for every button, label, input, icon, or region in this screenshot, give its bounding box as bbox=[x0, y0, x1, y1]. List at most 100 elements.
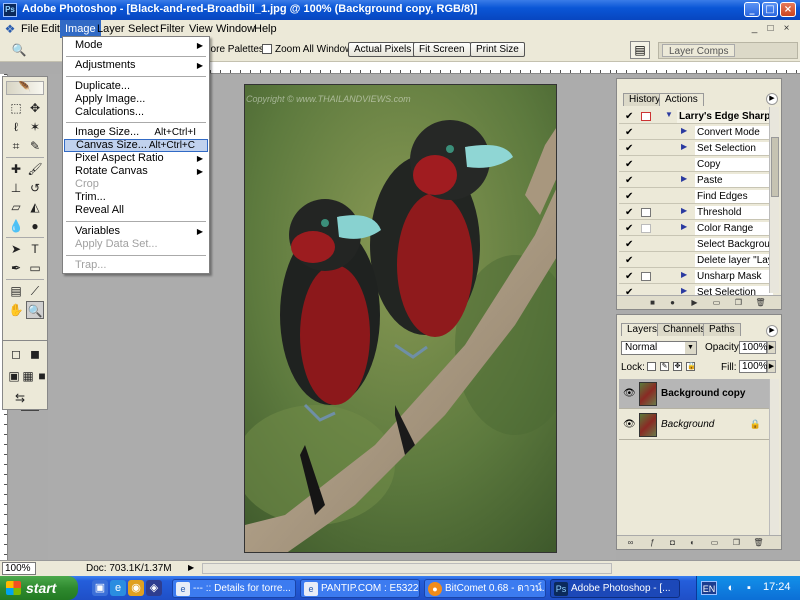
lock-all-icon[interactable]: 🔒 bbox=[686, 362, 696, 371]
action-row[interactable]: ✔ Select Background bbox=[619, 237, 773, 252]
fill-field[interactable]: 100% bbox=[739, 360, 768, 373]
opacity-field[interactable]: 100% bbox=[739, 341, 768, 354]
pen-tool-icon[interactable]: ✒ bbox=[7, 259, 25, 277]
document-close-button[interactable]: × bbox=[780, 23, 793, 35]
type-tool-icon[interactable]: T bbox=[26, 240, 44, 258]
tab-actions[interactable]: Actions bbox=[659, 93, 704, 106]
menu-item-calculations[interactable]: Calculations... bbox=[64, 106, 208, 119]
slice-tool-icon[interactable]: ✎ bbox=[26, 137, 44, 155]
menu-item-reveal-all[interactable]: Reveal All bbox=[64, 204, 208, 217]
brush-tool-icon[interactable]: 🖌 bbox=[26, 160, 44, 178]
notes-tool-icon[interactable]: ▤ bbox=[7, 282, 25, 300]
language-indicator[interactable]: EN bbox=[701, 581, 717, 595]
eyedropper-tool-icon[interactable]: ⟋ bbox=[26, 282, 44, 300]
menu-item-apply-data-set[interactable]: Apply Data Set... bbox=[64, 238, 208, 251]
checkmark-icon[interactable]: ✔ bbox=[625, 111, 633, 122]
maximize-button[interactable]: □ bbox=[762, 2, 778, 17]
action-row[interactable]: ✔ Delete layer "Layer 1" bbox=[619, 253, 773, 268]
panel-menu-arrow-icon[interactable]: ▶ bbox=[766, 325, 778, 337]
expand-triangle-icon[interactable]: ▶ bbox=[681, 286, 687, 295]
opacity-arrow-icon[interactable]: ▶ bbox=[767, 341, 776, 354]
blur-tool-icon[interactable]: 💧 bbox=[7, 217, 25, 235]
new-group-icon[interactable]: ▭ bbox=[709, 538, 720, 547]
scrollbar-thumb[interactable] bbox=[771, 137, 779, 197]
menu-help[interactable]: Help bbox=[249, 20, 282, 38]
menu-item-trim[interactable]: Trim... bbox=[64, 191, 208, 204]
expand-triangle-icon[interactable]: ▶ bbox=[681, 270, 687, 279]
zoom-tool-icon[interactable]: 🔍 bbox=[26, 301, 44, 319]
hand-tool-icon[interactable]: ✋ bbox=[7, 301, 25, 319]
quicklaunch-app-icon[interactable]: ◈ bbox=[146, 580, 162, 596]
standard-mode-icon[interactable]: ◻ bbox=[7, 345, 25, 363]
expand-triangle-icon[interactable]: ▶ bbox=[681, 142, 687, 151]
fill-arrow-icon[interactable]: ▶ bbox=[767, 360, 776, 373]
clone-stamp-tool-icon[interactable]: ⊥ bbox=[7, 179, 25, 197]
magic-wand-tool-icon[interactable]: ✶ bbox=[26, 118, 44, 136]
checkmark-icon[interactable]: ✔ bbox=[625, 223, 633, 234]
action-row[interactable]: ✔ Find Edges bbox=[619, 189, 773, 204]
menu-item-apply-image[interactable]: Apply Image... bbox=[64, 93, 208, 106]
menu-item-variables[interactable]: Variables ▶ bbox=[64, 225, 208, 238]
menu-item-pixel-aspect-ratio[interactable]: Pixel Aspect Ratio ▶ bbox=[64, 152, 208, 165]
checkmark-icon[interactable]: ✔ bbox=[625, 159, 633, 170]
collapse-triangle-icon[interactable]: ▼ bbox=[665, 110, 673, 119]
layers-scrollbar[interactable] bbox=[769, 379, 779, 535]
lock-position-icon[interactable]: ✥ bbox=[673, 362, 682, 371]
media-player-icon[interactable]: ◉ bbox=[128, 580, 144, 596]
menu-item-trap[interactable]: Trap... bbox=[64, 259, 208, 272]
shape-tool-icon[interactable]: ▭ bbox=[26, 259, 44, 277]
menu-item-crop[interactable]: Crop bbox=[64, 178, 208, 191]
checkmark-icon[interactable]: ✔ bbox=[625, 239, 633, 250]
photoshop-feather-icon[interactable]: 🪶 bbox=[6, 81, 44, 95]
path-selection-tool-icon[interactable]: ➤ bbox=[7, 240, 25, 258]
record-icon[interactable]: ● bbox=[667, 298, 678, 307]
expand-triangle-icon[interactable]: ▶ bbox=[681, 222, 687, 231]
action-row[interactable]: ✔ ▶ Paste bbox=[619, 173, 773, 188]
dialog-toggle-icon[interactable] bbox=[641, 208, 651, 217]
history-brush-tool-icon[interactable]: ↺ bbox=[26, 179, 44, 197]
network-icon[interactable]: ▪ bbox=[741, 580, 757, 596]
blend-mode-select[interactable]: Normal ▼ bbox=[621, 341, 697, 355]
horizontal-scrollbar[interactable] bbox=[202, 563, 612, 574]
dialog-toggle-icon[interactable] bbox=[641, 224, 651, 233]
layer-row-background-copy[interactable]: 👁 Background copy bbox=[619, 379, 769, 409]
eraser-tool-icon[interactable]: ▱ bbox=[7, 198, 25, 216]
new-layer-icon[interactable]: ❐ bbox=[731, 538, 742, 547]
checkmark-icon[interactable]: ✔ bbox=[625, 255, 633, 266]
taskbar-item-pantip[interactable]: e PANTIP.COM : E5322... bbox=[300, 579, 420, 598]
photoshop-menu-icon[interactable]: ❖ bbox=[3, 22, 17, 36]
expand-triangle-icon[interactable]: ▶ bbox=[681, 126, 687, 135]
layer-comps-tab[interactable]: Layer Comps bbox=[662, 44, 736, 57]
checkmark-icon[interactable]: ✔ bbox=[625, 143, 633, 154]
horizontal-ruler[interactable] bbox=[210, 62, 616, 74]
document-image[interactable] bbox=[244, 84, 557, 553]
checkmark-icon[interactable]: ✔ bbox=[625, 207, 633, 218]
checkmark-icon[interactable]: ✔ bbox=[625, 175, 633, 186]
action-row[interactable]: ✔ ▶ Convert Mode bbox=[619, 125, 773, 140]
link-layers-icon[interactable]: ∞ bbox=[625, 538, 636, 547]
zoom-tool-preset-icon[interactable]: 🔍 bbox=[10, 41, 28, 59]
menu-item-rotate-canvas[interactable]: Rotate Canvas ▶ bbox=[64, 165, 208, 178]
taskbar-item-photoshop[interactable]: Ps Adobe Photoshop - [... bbox=[550, 579, 680, 598]
lock-image-icon[interactable]: ✎ bbox=[660, 362, 669, 371]
menu-item-adjustments[interactable]: Adjustments ▶ bbox=[64, 59, 208, 72]
menu-item-canvas-size[interactable]: Canvas Size... Alt+Ctrl+C bbox=[64, 139, 208, 152]
start-button[interactable]: start bbox=[0, 576, 78, 600]
move-tool-icon[interactable]: ✥ bbox=[26, 99, 44, 117]
menu-item-mode[interactable]: Mode ▶ bbox=[64, 39, 208, 52]
dodge-tool-icon[interactable]: ● bbox=[26, 217, 44, 235]
crop-tool-icon[interactable]: ⌗ bbox=[7, 137, 25, 155]
play-icon[interactable]: ▶ bbox=[689, 298, 700, 307]
tray-app-icon[interactable]: ◐ bbox=[723, 580, 739, 596]
new-set-icon[interactable]: ▭ bbox=[711, 298, 722, 307]
jump-to-imageready-icon[interactable]: ⇆ bbox=[11, 389, 29, 407]
file-browser-icon[interactable]: ▤ bbox=[630, 41, 650, 59]
taskbar-item-details[interactable]: e --- :: Details for torre... bbox=[172, 579, 296, 598]
eye-icon[interactable]: 👁 bbox=[623, 419, 636, 430]
show-desktop-icon[interactable]: ▣ bbox=[92, 580, 108, 596]
lock-transparency-icon[interactable] bbox=[647, 362, 656, 371]
action-row[interactable]: ✔ ▼ Larry's Edge Sharpe... bbox=[619, 109, 773, 124]
zoom-level-field[interactable]: 100% bbox=[2, 562, 36, 575]
print-size-button[interactable]: Print Size bbox=[470, 42, 525, 57]
actions-scrollbar[interactable] bbox=[769, 107, 779, 293]
